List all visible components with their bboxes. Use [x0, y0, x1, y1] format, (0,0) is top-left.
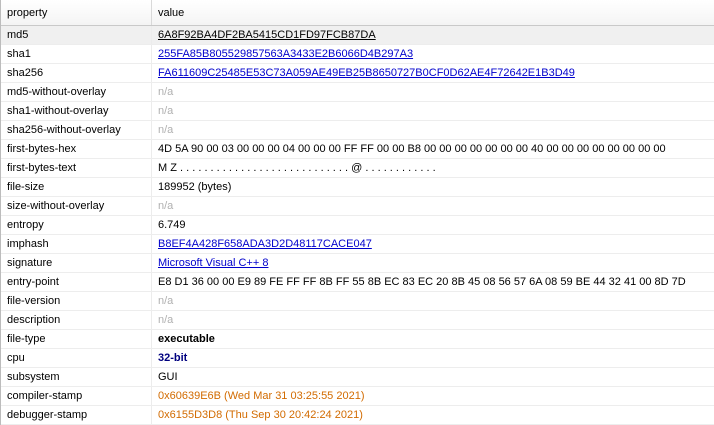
value-text: E8 D1 36 00 00 E9 89 FE FF FF 8B FF 55 8…	[158, 276, 686, 288]
property-cell: description	[1, 311, 152, 329]
table-row[interactable]: subsystem GUI	[1, 368, 714, 387]
table-row[interactable]: entry-point E8 D1 36 00 00 E9 89 FE FF FF…	[1, 273, 714, 292]
value-text: n/a	[158, 200, 174, 212]
value-text: 6.749	[158, 219, 186, 231]
property-cell: sha1	[1, 45, 152, 63]
property-cell: md5-without-overlay	[1, 83, 152, 101]
value-cell: n/a	[152, 197, 714, 215]
value-cell: n/a	[152, 102, 714, 120]
property-cell: debugger-stamp	[1, 406, 152, 424]
value-cell: 4D 5A 90 00 03 00 00 00 04 00 00 00 FF F…	[152, 140, 714, 158]
value-text: 4D 5A 90 00 03 00 00 00 04 00 00 00 FF F…	[158, 143, 666, 155]
properties-grid: property value md5 6A8F92BA4DF2BA5415CD1F…	[0, 0, 714, 425]
value-text: 0x6155D3D8 (Thu Sep 30 20:42:24 2021)	[158, 409, 363, 421]
value-cell: 6A8F92BA4DF2BA5415CD1FD97FCB87DA	[152, 26, 714, 44]
value-cell: executable	[152, 330, 714, 348]
table-row[interactable]: first-bytes-hex 4D 5A 90 00 03 00 00 00 0…	[1, 140, 714, 159]
value-link[interactable]: Microsoft Visual C++ 8	[158, 257, 268, 269]
property-cell: entropy	[1, 216, 152, 234]
property-cell: first-bytes-hex	[1, 140, 152, 158]
property-cell: entry-point	[1, 273, 152, 291]
value-text: M Z . . . . . . . . . . . . . . . . . . …	[158, 162, 436, 174]
property-cell: file-size	[1, 178, 152, 196]
value-cell: n/a	[152, 292, 714, 310]
value-cell: 0x6155D3D8 (Thu Sep 30 20:42:24 2021)	[152, 406, 714, 424]
value-cell: B8EF4A428F658ADA3D2D48117CACE047	[152, 235, 714, 253]
property-cell: subsystem	[1, 368, 152, 386]
property-cell: cpu	[1, 349, 152, 367]
property-cell: first-bytes-text	[1, 159, 152, 177]
table-row[interactable]: compiler-stamp 0x60639E6B (Wed Mar 31 03:…	[1, 387, 714, 406]
property-cell: compiler-stamp	[1, 387, 152, 405]
property-cell: sha256-without-overlay	[1, 121, 152, 139]
table-row[interactable]: sha1 255FA85B805529857563A3433E2B6066D4B2…	[1, 45, 714, 64]
value-text: 0x60639E6B (Wed Mar 31 03:25:55 2021)	[158, 390, 365, 402]
value-link[interactable]: FA611609C25485E53C73A059AE49EB25B8650727…	[158, 67, 575, 79]
value-text: n/a	[158, 105, 174, 117]
property-cell: imphash	[1, 235, 152, 253]
property-cell: file-type	[1, 330, 152, 348]
table-row[interactable]: size-without-overlay n/a	[1, 197, 714, 216]
table-row[interactable]: description n/a	[1, 311, 714, 330]
property-cell: md5	[1, 26, 152, 44]
value-cell: 0x60639E6B (Wed Mar 31 03:25:55 2021)	[152, 387, 714, 405]
grid-body: md5 6A8F92BA4DF2BA5415CD1FD97FCB87DA sha1 2…	[1, 26, 714, 425]
table-row[interactable]: sha256-without-overlay n/a	[1, 121, 714, 140]
value-text: GUI	[158, 371, 178, 383]
table-row[interactable]: file-version n/a	[1, 292, 714, 311]
value-cell: M Z . . . . . . . . . . . . . . . . . . …	[152, 159, 714, 177]
value-cell: n/a	[152, 311, 714, 329]
value-cell: GUI	[152, 368, 714, 386]
property-cell: size-without-overlay	[1, 197, 152, 215]
property-cell: signature	[1, 254, 152, 272]
value-text: n/a	[158, 86, 174, 98]
value-cell: FA611609C25485E53C73A059AE49EB25B8650727…	[152, 64, 714, 82]
grid-header: property value	[1, 0, 714, 26]
table-row[interactable]: file-size 189952 (bytes)	[1, 178, 714, 197]
value-link[interactable]: 6A8F92BA4DF2BA5415CD1FD97FCB87DA	[158, 29, 376, 41]
value-cell: 189952 (bytes)	[152, 178, 714, 196]
table-row[interactable]: file-type executable	[1, 330, 714, 349]
table-row[interactable]: entropy 6.749	[1, 216, 714, 235]
property-cell: file-version	[1, 292, 152, 310]
table-row[interactable]: first-bytes-text M Z . . . . . . . . . . …	[1, 159, 714, 178]
value-text: n/a	[158, 314, 174, 326]
table-row[interactable]: cpu 32-bit	[1, 349, 714, 368]
value-text: 189952 (bytes)	[158, 181, 232, 193]
table-row[interactable]: debugger-stamp 0x6155D3D8 (Thu Sep 30 20:…	[1, 406, 714, 425]
value-link[interactable]: 255FA85B805529857563A3433E2B6066D4B297A3	[158, 48, 413, 60]
property-column-header[interactable]: property	[1, 0, 152, 25]
value-cell: 6.749	[152, 216, 714, 234]
value-text: n/a	[158, 124, 174, 136]
value-cell: n/a	[152, 83, 714, 101]
value-cell: Microsoft Visual C++ 8	[152, 254, 714, 272]
property-cell: sha256	[1, 64, 152, 82]
value-cell: E8 D1 36 00 00 E9 89 FE FF FF 8B FF 55 8…	[152, 273, 714, 291]
value-cell: 255FA85B805529857563A3433E2B6066D4B297A3	[152, 45, 714, 63]
value-cell: 32-bit	[152, 349, 714, 367]
value-link[interactable]: B8EF4A428F658ADA3D2D48117CACE047	[158, 238, 372, 250]
table-row[interactable]: md5-without-overlay n/a	[1, 83, 714, 102]
value-column-header[interactable]: value	[152, 0, 714, 25]
property-cell: sha1-without-overlay	[1, 102, 152, 120]
value-text: 32-bit	[158, 352, 188, 364]
table-row[interactable]: signature Microsoft Visual C++ 8	[1, 254, 714, 273]
value-text: n/a	[158, 295, 174, 307]
table-row[interactable]: imphash B8EF4A428F658ADA3D2D48117CACE047	[1, 235, 714, 254]
value-text: executable	[158, 333, 215, 345]
value-cell: n/a	[152, 121, 714, 139]
table-row[interactable]: md5 6A8F92BA4DF2BA5415CD1FD97FCB87DA	[1, 26, 714, 45]
table-row[interactable]: sha256 FA611609C25485E53C73A059AE49EB25B8…	[1, 64, 714, 83]
table-row[interactable]: sha1-without-overlay n/a	[1, 102, 714, 121]
